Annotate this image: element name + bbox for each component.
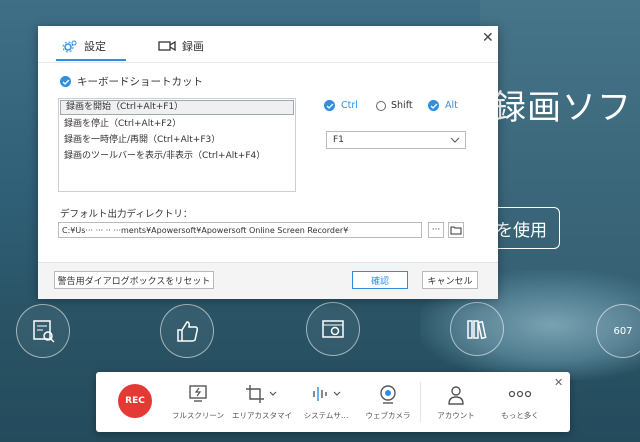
- more-icon: [508, 390, 532, 398]
- unchecked-circle-icon: [376, 100, 386, 111]
- video-camera-icon: [158, 40, 176, 52]
- audio-wave-icon: [313, 387, 341, 401]
- shortcut-list[interactable]: 録画を開始（Ctrl+Alt+F1） 録画を停止（Ctrl+Alt+F2） 録画…: [58, 98, 296, 192]
- webcam-button[interactable]: ウェブカメラ: [358, 380, 418, 428]
- list-item[interactable]: 録画を停止（Ctrl+Alt+F2）: [59, 116, 295, 132]
- active-tab-indicator: [56, 59, 126, 61]
- system-sound-button[interactable]: システムサ…: [296, 380, 356, 428]
- ok-button[interactable]: 確認: [352, 271, 408, 289]
- alt-checkbox[interactable]: Alt: [428, 100, 458, 111]
- alt-label: Alt: [445, 100, 458, 111]
- webcam-label: ウェブカメラ: [365, 411, 411, 420]
- area-custom-label: エリアカスタマイズ: [232, 411, 292, 420]
- shift-checkbox[interactable]: Shift: [376, 100, 413, 111]
- badge-number: 607: [613, 325, 633, 337]
- shift-label: Shift: [391, 100, 413, 111]
- output-dir-label: デフォルト出力ディレクトリ：: [60, 209, 193, 220]
- open-folder-button[interactable]: [448, 222, 464, 238]
- more-label: もっと多く: [501, 411, 539, 420]
- toolbar-close-button[interactable]: ✕: [554, 376, 563, 389]
- tab-recording-label: 録画: [182, 40, 204, 53]
- shortcut-section-checkbox[interactable]: キーボードショートカット: [60, 74, 203, 89]
- settings-dialog: 設定 録画 ✕ キーボードショートカット 録画を開始（Ctrl+Alt+F1） …: [38, 26, 498, 299]
- checkmark-icon: [60, 76, 71, 87]
- background-heading: 録画ソフト: [492, 88, 640, 128]
- folder-icon: [450, 226, 462, 235]
- browse-more-button[interactable]: ···: [428, 222, 444, 238]
- fullscreen-label: フルスクリーン: [171, 411, 225, 420]
- user-icon: [448, 386, 464, 405]
- dialog-footer: 警告用ダイアログボックスをリセット 確認 キャンセル: [38, 262, 498, 299]
- system-sound-label: システムサ…: [303, 411, 349, 420]
- list-item[interactable]: 録画のツールバーを表示/非表示（Ctrl+Alt+F4）: [59, 148, 295, 164]
- tab-settings[interactable]: 設定: [62, 36, 106, 56]
- account-button[interactable]: アカウント: [426, 380, 486, 428]
- gear-icon: [62, 40, 77, 53]
- feature-thumbs-up-icon: [160, 304, 214, 358]
- chevron-down-icon: [450, 137, 460, 143]
- feature-library-icon: [450, 302, 504, 356]
- dialog-close-button[interactable]: ✕: [482, 30, 494, 46]
- rec-button[interactable]: REC: [118, 384, 152, 418]
- function-key-select[interactable]: F1: [326, 131, 466, 149]
- tab-settings-label: 設定: [84, 40, 106, 53]
- area-custom-button[interactable]: エリアカスタマイズ: [232, 380, 292, 428]
- dialog-tabbar: 設定 録画 ✕: [38, 26, 498, 63]
- fullscreen-button[interactable]: フルスクリーン: [168, 380, 228, 428]
- background-panel: [480, 0, 640, 300]
- list-item[interactable]: 録画を一時停止/再開（Ctrl+Alt+F3）: [59, 132, 295, 148]
- webcam-icon: [380, 385, 396, 404]
- tab-recording[interactable]: 録画: [158, 36, 204, 56]
- shortcut-section-label: キーボードショートカット: [77, 76, 203, 88]
- ctrl-label: Ctrl: [341, 100, 358, 111]
- feature-document-icon: [16, 304, 70, 358]
- cancel-button[interactable]: キャンセル: [422, 271, 478, 289]
- toolbar-divider: [420, 382, 421, 422]
- account-label: アカウント: [437, 411, 475, 420]
- reset-warnings-button[interactable]: 警告用ダイアログボックスをリセット: [54, 271, 214, 289]
- checkmark-icon: [324, 100, 335, 111]
- recording-toolbar: REC フルスクリーン エリアカスタマイズ システムサ… ウェブカメラ アカウン…: [96, 372, 570, 432]
- crop-area-icon: [246, 385, 277, 403]
- more-button[interactable]: もっと多く: [490, 380, 550, 428]
- ctrl-checkbox[interactable]: Ctrl: [324, 100, 358, 111]
- checkmark-icon: [428, 100, 439, 111]
- feature-screenshot-icon: [306, 302, 360, 356]
- output-dir-field[interactable]: C:¥Us··· ··· ·· ···ments¥Apowersoft¥Apow…: [58, 222, 422, 238]
- function-key-value: F1: [333, 135, 344, 145]
- list-item[interactable]: 録画を開始（Ctrl+Alt+F1）: [60, 100, 294, 115]
- fullscreen-icon: [189, 385, 207, 402]
